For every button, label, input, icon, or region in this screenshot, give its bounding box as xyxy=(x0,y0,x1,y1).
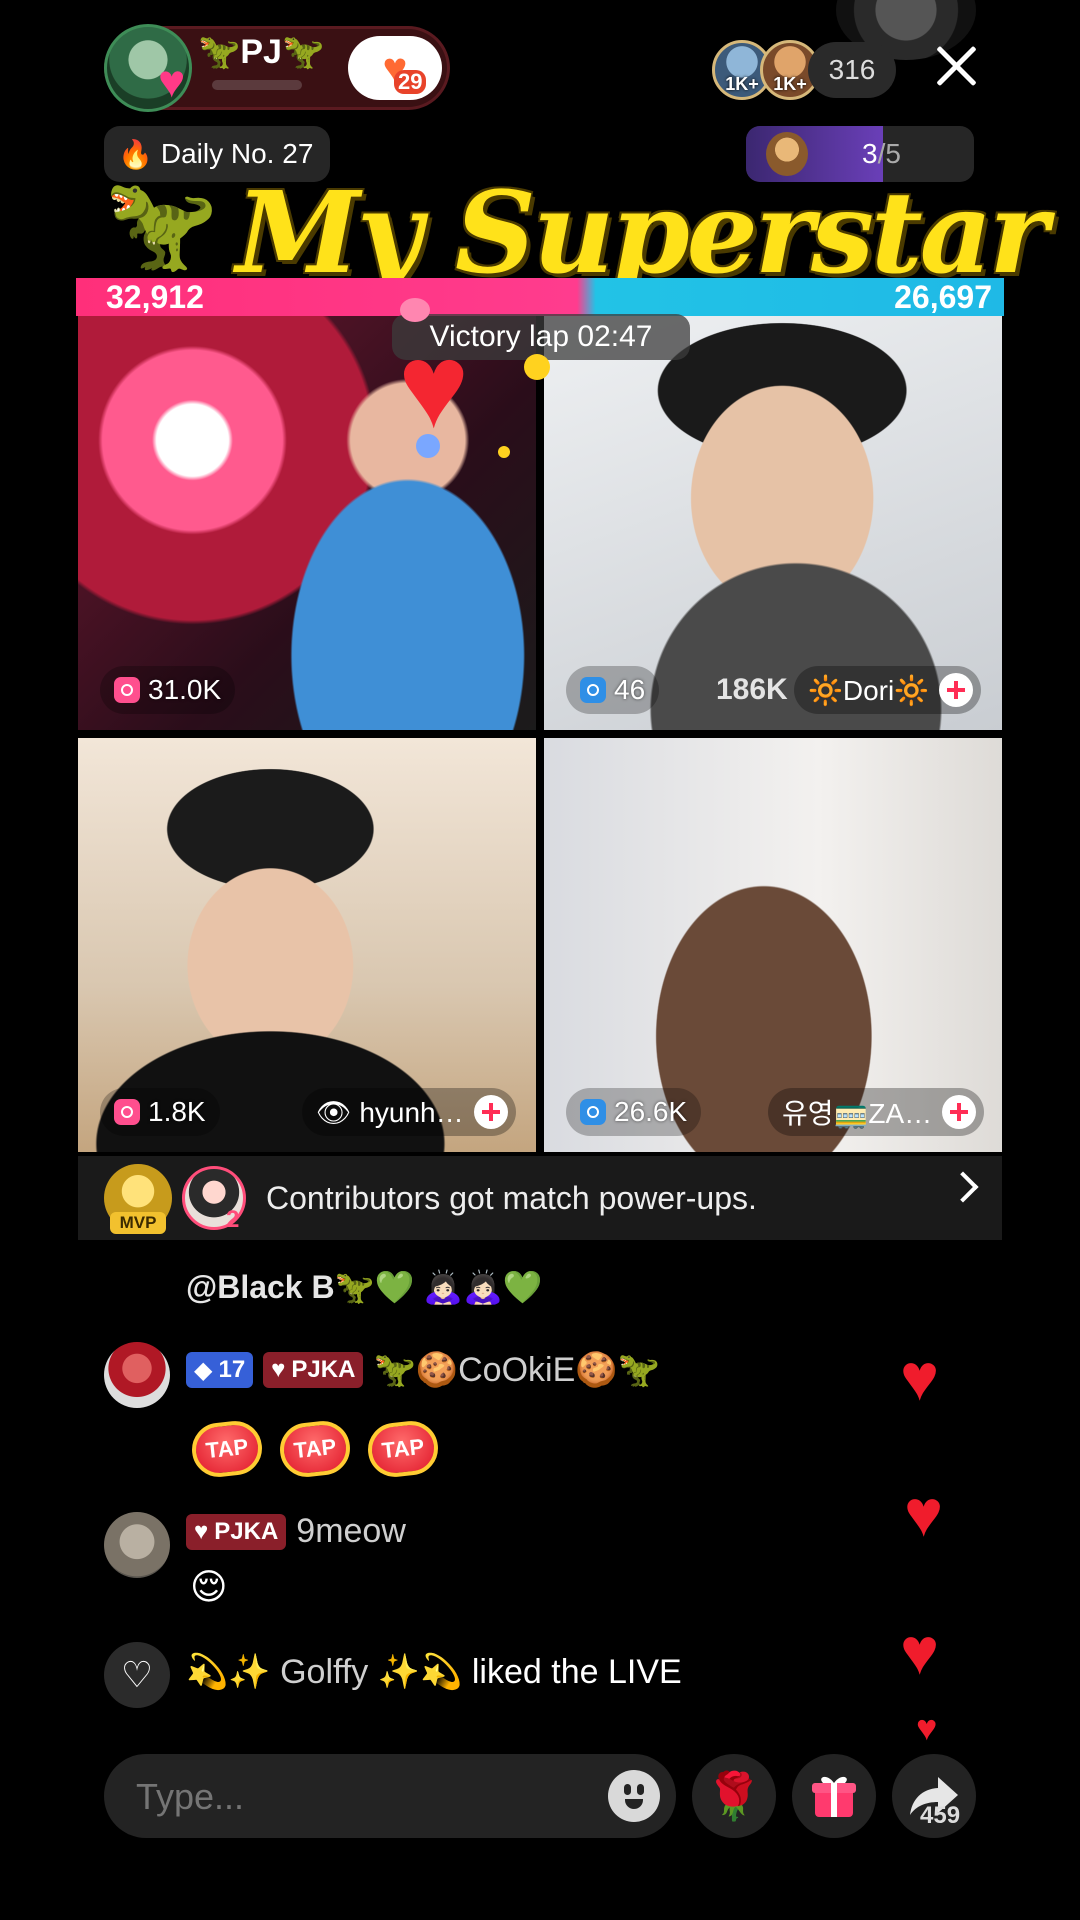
chat-avatar[interactable] xyxy=(104,1342,170,1408)
gift-box-icon xyxy=(114,677,140,703)
tile-gift-count: 46 xyxy=(566,666,660,714)
close-icon[interactable] xyxy=(930,40,982,92)
host-heart-icon: ♥ xyxy=(158,55,186,107)
fan-club-badge: ♥ PJKA xyxy=(263,1352,364,1388)
gift-box-icon xyxy=(580,1099,606,1125)
tap-sticker-icon: TAP xyxy=(365,1418,441,1480)
gift-icon xyxy=(812,1776,856,1817)
viewer-count[interactable]: 316 xyxy=(808,42,896,98)
tile-gift-count: 1.8K xyxy=(100,1088,220,1136)
dino-icon: 🦖 xyxy=(281,33,325,71)
chat-username[interactable]: 9meow xyxy=(296,1512,406,1551)
tile-streamer-name[interactable]: 👁 hyunh… xyxy=(302,1088,516,1136)
gift-box-icon xyxy=(114,1099,140,1125)
chat-message: ◆ 17 ♥ PJKA 🦖🍪CoOkiE🍪🦖 xyxy=(186,1350,660,1390)
host-progress-bar xyxy=(212,80,302,90)
dino-icon: 🦖 xyxy=(104,173,219,275)
mvp-label: MVP xyxy=(110,1212,166,1234)
gift-button[interactable] xyxy=(792,1754,876,1838)
floating-dot xyxy=(498,446,510,458)
tile-streamer-name[interactable]: 🔆Dori🔆 xyxy=(794,666,982,714)
follow-plus-icon[interactable] xyxy=(942,1095,977,1129)
chat-avatar[interactable] xyxy=(104,1512,170,1578)
battle-score-bar xyxy=(76,278,1004,316)
left-team-score: 32,912 xyxy=(106,279,204,315)
floating-dot xyxy=(400,298,430,322)
heart-badge-icon: ♥ xyxy=(271,1356,286,1383)
level-badge: ◆ 17 xyxy=(186,1352,254,1388)
follow-plus-icon[interactable] xyxy=(939,673,974,707)
rose-icon: 🌹 xyxy=(705,1769,763,1822)
gift-box-icon xyxy=(580,677,606,703)
floating-dot xyxy=(416,434,440,458)
tile-overlay-number: 186K xyxy=(716,673,788,706)
chat-like-event: 💫✨ Golffy ✨💫 liked the LIVE xyxy=(186,1652,682,1692)
video-tile-4[interactable]: 26.6K 유영🚃ZA… xyxy=(544,738,1002,1152)
fan-club-badge: ♥ PJKA xyxy=(186,1513,287,1550)
comment-input[interactable] xyxy=(134,1754,578,1840)
emoji-icon[interactable] xyxy=(608,1770,660,1822)
share-count: 459 xyxy=(920,1802,961,1829)
tap-sticker-icon: TAP xyxy=(189,1418,265,1480)
video-tile-3[interactable]: 1.8K 👁 hyunh… xyxy=(78,738,536,1152)
heart-outline-icon: ♡ xyxy=(104,1642,170,1708)
chat-action: liked the LIVE xyxy=(471,1653,682,1691)
diamond-icon: ◆ xyxy=(194,1356,213,1384)
floating-heart-icon: ♥ xyxy=(398,319,470,453)
heart-badge-icon: ♥ xyxy=(194,1517,209,1545)
tile-gift-count: 31.0K xyxy=(100,666,236,714)
rose-gift-button[interactable]: 🌹 xyxy=(692,1754,776,1838)
tap-sticker-icon: TAP xyxy=(277,1418,353,1480)
tile-divider xyxy=(536,316,544,1152)
chat-message: @Black B🦖💚 🙇🏻‍♀️🙇🏻‍♀️💚 xyxy=(186,1269,543,1305)
flame-icon: 🔥 xyxy=(118,138,153,170)
follow-count: 29 xyxy=(394,70,427,94)
follow-plus-icon[interactable] xyxy=(473,1095,508,1129)
host-name: 🦖PJ🦖 xyxy=(198,33,325,71)
floating-heart-icon: ♥ xyxy=(904,1476,944,1550)
right-team-score: 26,697 xyxy=(894,279,992,315)
sticker-row: TAP TAP TAP xyxy=(189,1418,441,1480)
dino-icon: 🦖 xyxy=(198,33,241,71)
follow-button[interactable]: ♥ xyxy=(348,36,442,100)
tile-streamer-name[interactable]: 유영🚃ZA… xyxy=(768,1088,985,1136)
chat-username[interactable]: 🦖🍪CoOkiE🍪🦖 xyxy=(373,1350,659,1390)
floating-heart-icon: ♥ xyxy=(900,1614,940,1688)
chat-message: ♥ PJKA 9meow xyxy=(186,1512,406,1551)
floating-heart-icon: ♥ xyxy=(916,1707,938,1748)
video-tile-2[interactable]: 46 186K 🔆Dori🔆 xyxy=(544,316,1002,730)
daily-rank-label: Daily No. 27 xyxy=(160,138,314,169)
chat-emoji: 😌 xyxy=(190,1566,228,1607)
floating-heart-icon: ♥ xyxy=(900,1340,940,1414)
tile-gift-count: 26.6K xyxy=(566,1088,702,1136)
contributor-rank: 2 xyxy=(226,1206,240,1233)
comment-input-container[interactable] xyxy=(104,1754,676,1840)
contributors-message: Contributors got match power-ups. xyxy=(266,1180,757,1216)
floating-dot xyxy=(524,354,550,380)
chat-username[interactable]: 💫✨ Golffy ✨💫 xyxy=(186,1653,462,1691)
